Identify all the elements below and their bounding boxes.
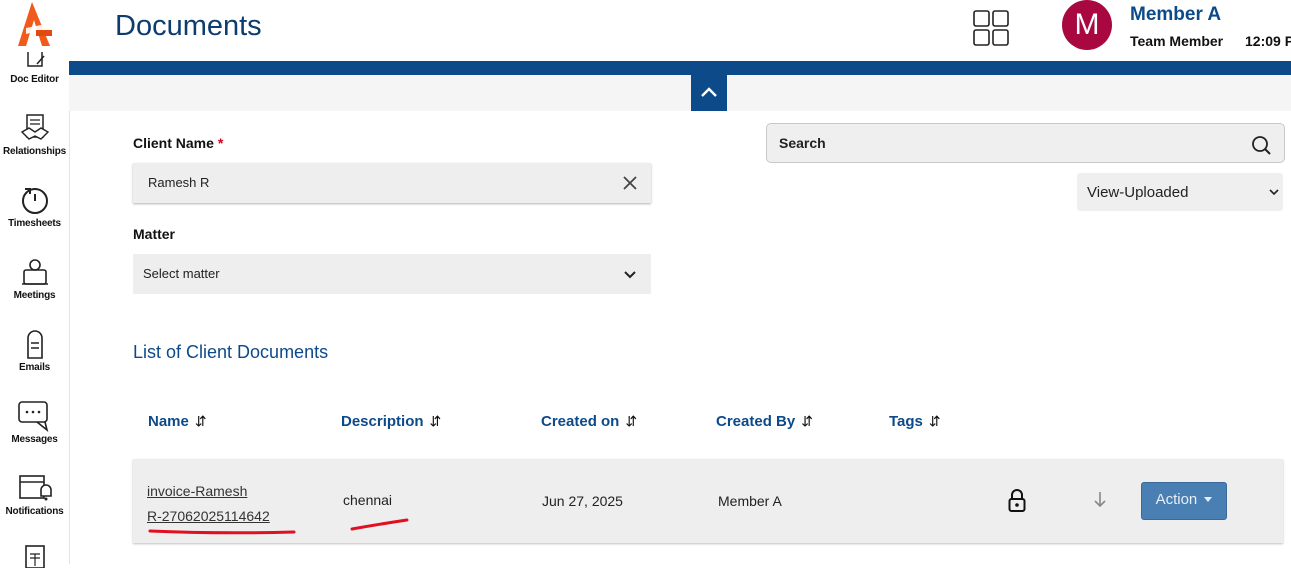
spreadsheet-icon [24,545,45,568]
chevron-up-icon [701,87,717,97]
document-description: chennai [343,492,393,508]
client-name-value: Ramesh R [148,175,210,190]
column-header-label: Created By [716,413,796,430]
caret-down-icon [1204,497,1213,503]
column-header-label: Tags [889,413,923,430]
sidebar-item-doc-editor[interactable]: Doc Editor [0,52,69,85]
matter-select[interactable]: Select matter [133,254,651,294]
app-logo[interactable] [12,0,56,50]
sort-icon[interactable]: ⇵ [625,413,637,429]
document-created-on: Jun 27, 2025 [542,493,623,509]
user-name: Member A [1130,4,1222,25]
document-name-line: invoice-Ramesh [147,483,248,499]
mailbox-icon [26,330,43,359]
sidebar-item-timesheets[interactable]: Timesheets [0,184,69,229]
sidebar-item-meetings[interactable]: Meetings [0,256,69,301]
chat-icon [17,401,48,432]
chevron-down-icon [624,271,636,279]
column-header-created-by[interactable]: Created By ⇵ [716,413,813,430]
lock-open-icon[interactable] [1008,489,1026,513]
table-row: invoice-Ramesh R-27062025114642 chennai … [133,459,1283,543]
app-grid-icon[interactable] [973,10,1009,46]
meeting-icon [21,259,48,285]
handshake-icon [20,114,49,140]
clear-icon[interactable] [623,176,637,190]
page-title: Documents [115,10,262,42]
sort-icon[interactable]: ⇵ [801,413,813,429]
sidebar-item-label: Timesheets [8,218,61,229]
client-name-label-text: Client Name [133,135,214,151]
sidebar-item-label: Notifications [5,506,64,517]
action-button-label: Action [1155,491,1198,508]
document-name-line: R-27062025114642 [147,508,270,524]
sidebar-item-label: Meetings [13,290,56,301]
sort-icon[interactable]: ⇵ [195,413,207,429]
chevron-down-icon [1269,189,1279,196]
column-header-created-on[interactable]: Created on ⇵ [541,413,637,430]
action-dropdown-button[interactable]: Action [1141,482,1227,520]
column-header-description[interactable]: Description ⇵ [341,413,441,430]
sidebar-item-notifications[interactable]: Notifications [0,472,69,517]
user-role: Team Member [1130,33,1224,49]
sidebar: Doc Editor Relationships Timesheets Meet… [0,0,70,568]
column-header-label: Name [148,413,189,430]
required-marker: * [217,135,224,151]
sort-icon[interactable]: ⇵ [929,413,941,429]
column-header-name[interactable]: Name ⇵ [148,413,207,430]
sidebar-item-label: Emails [18,362,51,373]
sidebar-item-label: Relationships [3,146,66,157]
view-select-value: View-Uploaded [1087,184,1189,201]
column-header-label: Created on [541,413,620,430]
download-icon[interactable] [1093,491,1107,509]
client-name-field[interactable]: Ramesh R [133,163,651,203]
sidebar-item-relationships[interactable]: Relationships [0,112,69,157]
collapse-filters-button[interactable] [691,75,727,111]
doc-editor-icon [26,52,45,67]
search-input[interactable]: Search [766,123,1285,163]
client-name-label: Client Name * [133,135,223,151]
document-created-by: Member A [718,493,782,509]
timer-icon [21,188,48,214]
sidebar-item-emails[interactable]: Emails [0,328,69,373]
header-divider-bar [69,61,1291,75]
list-title: List of Client Documents [133,342,329,362]
avatar[interactable]: M [1062,0,1112,50]
sidebar-item-messages[interactable]: Messages [0,400,69,445]
filter-band [69,75,1291,111]
document-name-link[interactable]: invoice-Ramesh R-27062025114642 [147,479,270,529]
matter-placeholder: Select matter [143,266,220,281]
search-placeholder: Search [779,135,826,151]
sidebar-item-more[interactable] [0,544,69,568]
matter-label: Matter [133,226,176,242]
sidebar-item-label: Messages [11,434,58,445]
view-select[interactable]: View-Uploaded [1077,173,1283,211]
column-header-tags[interactable]: Tags ⇵ [889,413,941,430]
column-header-label: Description [341,413,424,430]
current-time: 12:09 P [1245,33,1291,49]
search-icon[interactable] [1251,135,1271,155]
sidebar-item-label: Doc Editor [10,74,59,85]
header: Documents M Member A Team Member 12:09 P [69,0,1291,61]
sort-icon[interactable]: ⇵ [430,413,442,429]
calendar-bell-icon [18,475,52,501]
